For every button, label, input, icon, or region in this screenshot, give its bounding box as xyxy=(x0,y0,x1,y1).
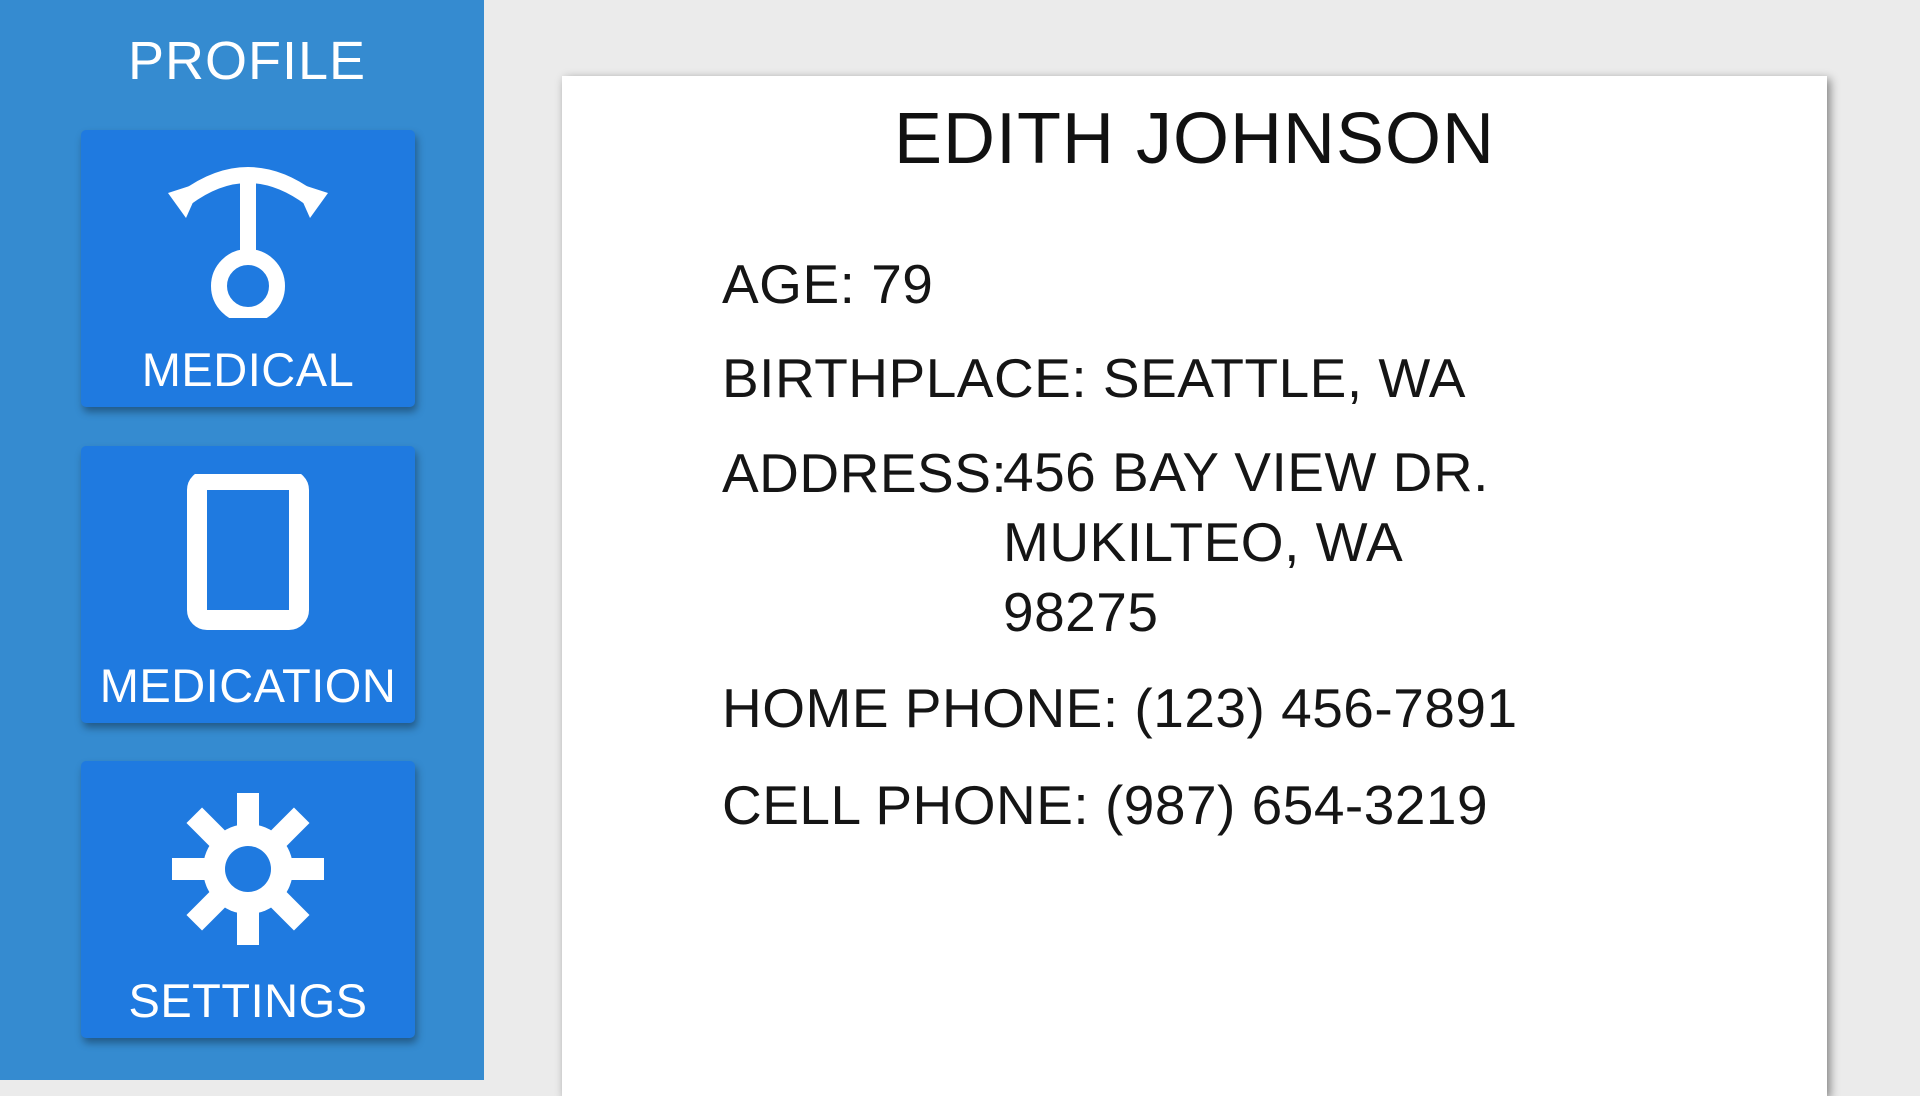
medication-button[interactable]: MEDICATION xyxy=(81,446,415,723)
settings-label: SETTINGS xyxy=(128,974,368,1027)
medication-label: MEDICATION xyxy=(99,659,397,712)
settings-button[interactable]: SETTINGS xyxy=(81,761,415,1038)
medical-label: MEDICAL xyxy=(141,343,355,396)
address-line-3: 98275 xyxy=(1003,581,1159,643)
home-phone-field: HOME PHONE: (123) 456-7891 xyxy=(722,677,1518,739)
birthplace-field: BIRTHPLACE: SEATTLE, WA xyxy=(722,347,1466,409)
sidebar: PROFILE MEDICAL MEDICATION SETTINGS xyxy=(0,0,484,1080)
gear-icon xyxy=(81,789,415,949)
tablet-icon xyxy=(81,474,415,634)
address-line-1: 456 BAY VIEW DR. xyxy=(1003,441,1489,503)
sidebar-title: PROFILE xyxy=(127,31,367,91)
address-line-2: MUKILTEO, WA xyxy=(1003,511,1404,573)
address-label: ADDRESS: xyxy=(722,442,1008,504)
patient-name: EDITH JOHNSON xyxy=(893,99,1496,179)
profile-card: EDITH JOHNSON AGE: 79 BIRTHPLACE: SEATTL… xyxy=(562,76,1827,1096)
age-field: AGE: 79 xyxy=(722,253,934,315)
cell-phone-field: CELL PHONE: (987) 654-3219 xyxy=(722,774,1489,836)
stethoscope-icon xyxy=(81,158,415,318)
medical-button[interactable]: MEDICAL xyxy=(81,130,415,407)
